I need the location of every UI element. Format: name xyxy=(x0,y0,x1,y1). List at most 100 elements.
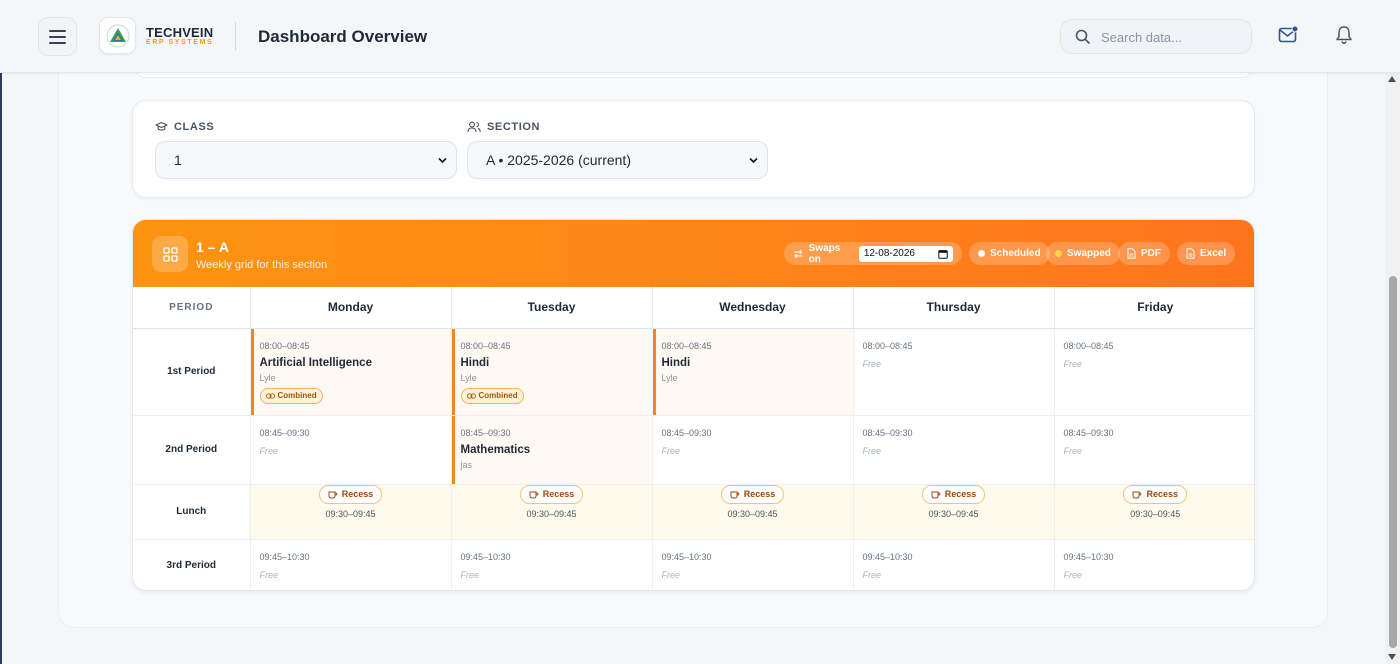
pdf-button[interactable]: PDF xyxy=(1118,242,1170,265)
timetable-header: 1 – A Weekly grid for this section Swaps… xyxy=(133,220,1254,287)
slot-time: 08:00–08:45 xyxy=(661,340,712,351)
slot-free: Free xyxy=(259,569,279,580)
lunch-slot: Recess 09:30–09:45 xyxy=(1053,484,1254,540)
timetable-slot[interactable]: 09:45–10:30 Free xyxy=(249,539,451,590)
coffee-icon xyxy=(328,491,338,498)
coffee-icon xyxy=(730,491,740,498)
recess-label: Recess xyxy=(944,489,977,499)
scroll-up-arrow-icon[interactable] xyxy=(1388,76,1396,82)
period-label: 1st Period xyxy=(133,328,250,416)
slot-free: Free xyxy=(259,445,279,456)
slot-free: Free xyxy=(460,569,480,580)
swap-date-value: 12-08-2026 xyxy=(863,248,915,259)
logo-icon xyxy=(106,24,129,47)
slot-free: Free xyxy=(1063,569,1083,580)
menu-toggle-button[interactable] xyxy=(38,17,77,56)
brand-logo[interactable] xyxy=(99,17,136,54)
grid-icon xyxy=(162,246,178,262)
calendar-icon[interactable] xyxy=(938,249,948,259)
file-icon xyxy=(1186,248,1195,259)
combined-badge-label: Combined xyxy=(277,391,317,400)
slot-time: 09:45–10:30 xyxy=(862,551,913,562)
window-left-edge xyxy=(0,0,2,664)
scrollbar-thumb[interactable] xyxy=(1389,276,1397,648)
swap-date-input[interactable]: 12-08-2026 xyxy=(858,245,953,262)
timetable-slot[interactable]: 08:00–08:45 Artificial Intelligence Lyle… xyxy=(249,328,451,416)
timetable-slot[interactable]: 08:00–08:45 Free xyxy=(1053,328,1254,416)
lunch-time: 09:30–09:45 xyxy=(1130,508,1181,519)
lunch-time: 09:30–09:45 xyxy=(928,508,979,519)
section-select[interactable]: A • 2025-2026 (current) xyxy=(467,141,768,179)
swap-date-control: Swaps on 12-08-2026 xyxy=(784,242,962,265)
timetable-card: 1 – A Weekly grid for this section Swaps… xyxy=(132,219,1255,591)
filter-card: CLASS 1 SECTION A • 2025-2026 (current) xyxy=(132,100,1255,198)
timetable-slot[interactable]: 08:00–08:45 Hindi Lyle xyxy=(651,328,853,416)
chevron-down-icon xyxy=(438,157,447,164)
timetable-slot[interactable]: 08:45–09:30 Free xyxy=(651,415,853,485)
slot-free: Free xyxy=(862,445,882,456)
timetable-slot[interactable]: 08:00–08:45 Hindi Lyle Combined xyxy=(450,328,652,416)
recess-badge: Recess xyxy=(519,484,584,504)
combined-badge: Combined xyxy=(259,387,323,404)
search-bar[interactable] xyxy=(1060,19,1252,54)
day-header-tuesday: Tuesday xyxy=(450,287,652,329)
excel-button-label: Excel xyxy=(1200,248,1227,259)
chevron-down-icon xyxy=(749,157,758,164)
timetable-slot[interactable]: 09:45–10:30 Free xyxy=(651,539,853,590)
timetable-slot[interactable]: 09:45–10:30 Free xyxy=(852,539,1054,590)
slot-time: 08:45–09:30 xyxy=(661,427,712,438)
bell-icon[interactable] xyxy=(1335,25,1353,45)
coffee-icon xyxy=(931,491,941,498)
page-title: Dashboard Overview xyxy=(258,27,428,46)
class-label-text: CLASS xyxy=(174,121,215,133)
table-row: Lunch Recess 09:30–09:45 Recess 09:30–09… xyxy=(133,484,1254,540)
table-row: 3rd Period 09:45–10:30 Free 09:45–10:30 … xyxy=(133,539,1254,590)
lunch-time: 09:30–09:45 xyxy=(325,508,376,519)
lunch-slot: Recess 09:30–09:45 xyxy=(651,484,853,540)
hamburger-icon xyxy=(48,29,66,44)
timetable-grid: PERIOD Monday Tuesday Wednesday Thursday… xyxy=(133,287,1254,590)
lunch-slot: Recess 09:30–09:45 xyxy=(450,484,652,540)
period-label: Lunch xyxy=(133,484,250,540)
slot-time: 08:45–09:30 xyxy=(259,427,310,438)
excel-button[interactable]: Excel xyxy=(1177,242,1236,265)
table-row: 1st Period 08:00–08:45 Artificial Intell… xyxy=(133,328,1254,416)
slot-teacher: jas xyxy=(460,459,473,470)
coffee-icon xyxy=(1132,491,1142,498)
timetable-slot[interactable]: 08:45–09:30 Free xyxy=(1053,415,1254,485)
graduation-cap-icon xyxy=(155,121,168,131)
timetable-title: 1 – A xyxy=(196,239,229,255)
combined-badge: Combined xyxy=(460,387,524,404)
timetable-slot[interactable]: 08:45–09:30 Free xyxy=(852,415,1054,485)
scroll-down-arrow-icon[interactable] xyxy=(1388,654,1396,660)
class-select[interactable]: 1 xyxy=(155,141,457,179)
class-select-value: 1 xyxy=(174,152,182,168)
slot-time: 08:00–08:45 xyxy=(862,340,913,351)
day-header-wednesday: Wednesday xyxy=(651,287,853,329)
slot-time: 08:00–08:45 xyxy=(460,340,511,351)
lunch-time: 09:30–09:45 xyxy=(727,508,778,519)
slot-subject: Hindi xyxy=(661,356,691,369)
slot-free: Free xyxy=(862,358,882,369)
slot-time: 09:45–10:30 xyxy=(259,551,310,562)
timetable-slot[interactable]: 09:45–10:30 Free xyxy=(450,539,652,590)
slot-time: 09:45–10:30 xyxy=(460,551,511,562)
slot-subject: Hindi xyxy=(460,356,490,369)
brand-name: TECHVEIN xyxy=(146,25,214,40)
link-icon xyxy=(265,392,275,399)
recess-badge: Recess xyxy=(318,484,383,504)
mail-notification-icon[interactable] xyxy=(1278,25,1299,45)
timetable-slot[interactable]: 09:45–10:30 Free xyxy=(1053,539,1254,590)
timetable-slot[interactable]: 08:45–09:30 Mathematics jas xyxy=(450,415,652,485)
timetable-slot[interactable]: 08:45–09:30 Free xyxy=(249,415,451,485)
search-input[interactable] xyxy=(1101,28,1241,46)
recess-badge: Recess xyxy=(720,484,785,504)
lunch-time: 09:30–09:45 xyxy=(526,508,577,519)
slot-time: 08:45–09:30 xyxy=(1063,427,1114,438)
link-icon xyxy=(466,392,476,399)
recess-label: Recess xyxy=(1146,489,1179,499)
slot-time: 09:45–10:30 xyxy=(661,551,712,562)
timetable-slot[interactable]: 08:00–08:45 Free xyxy=(852,328,1054,416)
slot-time: 08:45–09:30 xyxy=(862,427,913,438)
lunch-slot: Recess 09:30–09:45 xyxy=(249,484,451,540)
